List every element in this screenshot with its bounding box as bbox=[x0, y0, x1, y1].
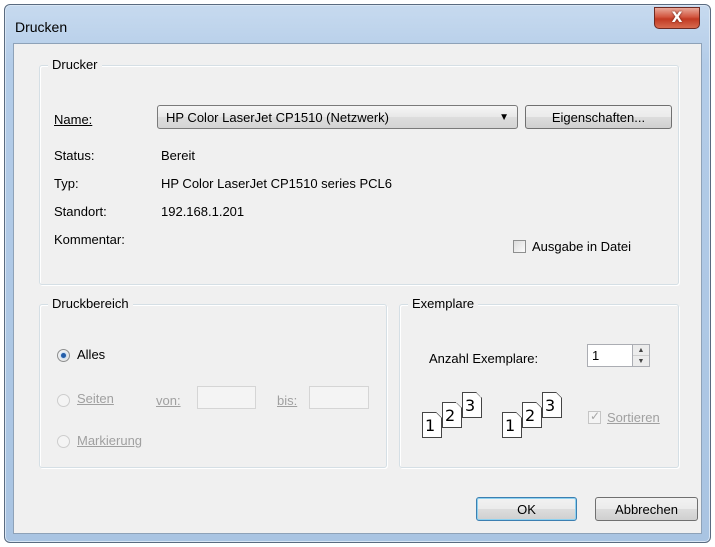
collate-page: 2 bbox=[442, 402, 462, 428]
up-arrow-icon[interactable]: ▲ bbox=[633, 345, 649, 356]
cancel-button[interactable]: Abbrechen bbox=[595, 497, 698, 521]
printer-group: Drucker Name: HP Color LaserJet CP1510 (… bbox=[39, 57, 679, 285]
collate-page: 3 bbox=[462, 392, 482, 418]
window-title: Drucken bbox=[15, 19, 68, 35]
copies-group-legend: Exemplare bbox=[408, 296, 479, 311]
range-selection-radio[interactable] bbox=[57, 435, 70, 448]
collate-checkbox[interactable]: ✓ bbox=[588, 409, 601, 424]
copies-count-label: Anzahl Exemplare: bbox=[429, 351, 539, 366]
checkmark-icon: ✓ bbox=[590, 409, 601, 423]
copies-count-value: 1 bbox=[592, 348, 600, 363]
printer-name-value: HP Color LaserJet CP1510 (Netzwerk) bbox=[166, 110, 390, 125]
dialog-content: Drucker Name: HP Color LaserJet CP1510 (… bbox=[13, 43, 702, 534]
properties-button[interactable]: Eigenschaften... bbox=[525, 105, 672, 129]
printer-name-dropdown[interactable]: HP Color LaserJet CP1510 (Netzwerk) ▼ bbox=[157, 105, 518, 129]
collate-illustration-1: 3 2 1 bbox=[422, 392, 502, 442]
printer-group-legend: Drucker bbox=[48, 57, 102, 72]
collate-illustration-2: 3 2 1 bbox=[502, 392, 582, 442]
copies-count-input[interactable]: 1 bbox=[587, 344, 633, 367]
range-to-label: bis: bbox=[277, 393, 298, 408]
collate-label[interactable]: Sortieren bbox=[607, 410, 660, 425]
print-dialog: Drucken X Drucker Name: HP Color LaserJe… bbox=[4, 4, 711, 543]
cancel-button-label: Abbrechen bbox=[615, 501, 678, 517]
print-range-group: Druckbereich Alles Seiten von: bis: Mark… bbox=[39, 296, 387, 468]
close-button[interactable]: X bbox=[654, 7, 700, 29]
collate-page: 3 bbox=[542, 392, 562, 418]
range-selection-label[interactable]: Markierung bbox=[77, 433, 142, 448]
radio-selected-dot bbox=[61, 353, 66, 358]
range-to-input[interactable] bbox=[309, 386, 369, 409]
collate-page: 1 bbox=[502, 412, 522, 438]
location-value: 192.168.1.201 bbox=[161, 204, 245, 219]
down-arrow-icon[interactable]: ▼ bbox=[633, 356, 649, 367]
print-to-file-label[interactable]: Ausgabe in Datei bbox=[532, 239, 631, 254]
status-label: Status: bbox=[54, 148, 95, 163]
range-all-label[interactable]: Alles bbox=[77, 347, 105, 362]
title-bar: Drucken X bbox=[5, 5, 710, 45]
range-all-radio[interactable] bbox=[57, 349, 70, 362]
copies-spinner[interactable]: ▲ ▼ bbox=[633, 344, 650, 367]
print-to-file-checkbox[interactable] bbox=[513, 240, 526, 253]
range-from-label: von: bbox=[156, 393, 181, 408]
status-value: Bereit bbox=[161, 148, 195, 163]
type-value: HP Color LaserJet CP1510 series PCL6 bbox=[161, 176, 392, 191]
close-icon: X bbox=[671, 10, 683, 26]
comment-label: Kommentar: bbox=[54, 232, 125, 247]
collate-page: 2 bbox=[522, 402, 542, 428]
location-label: Standort: bbox=[54, 204, 107, 219]
printer-name-label: Name: bbox=[54, 112, 93, 127]
range-from-input[interactable] bbox=[197, 386, 256, 409]
range-pages-label[interactable]: Seiten bbox=[77, 391, 114, 406]
range-pages-radio[interactable] bbox=[57, 394, 70, 407]
ok-button[interactable]: OK bbox=[476, 497, 577, 521]
type-label: Typ: bbox=[54, 176, 79, 191]
properties-button-label: Eigenschaften... bbox=[551, 109, 646, 125]
ok-button-label: OK bbox=[517, 501, 536, 517]
copies-group: Exemplare Anzahl Exemplare: 1 ▲ ▼ 3 2 1 … bbox=[399, 296, 679, 468]
chevron-down-icon: ▼ bbox=[499, 112, 509, 123]
collate-page: 1 bbox=[422, 412, 442, 438]
print-range-legend: Druckbereich bbox=[48, 296, 133, 311]
